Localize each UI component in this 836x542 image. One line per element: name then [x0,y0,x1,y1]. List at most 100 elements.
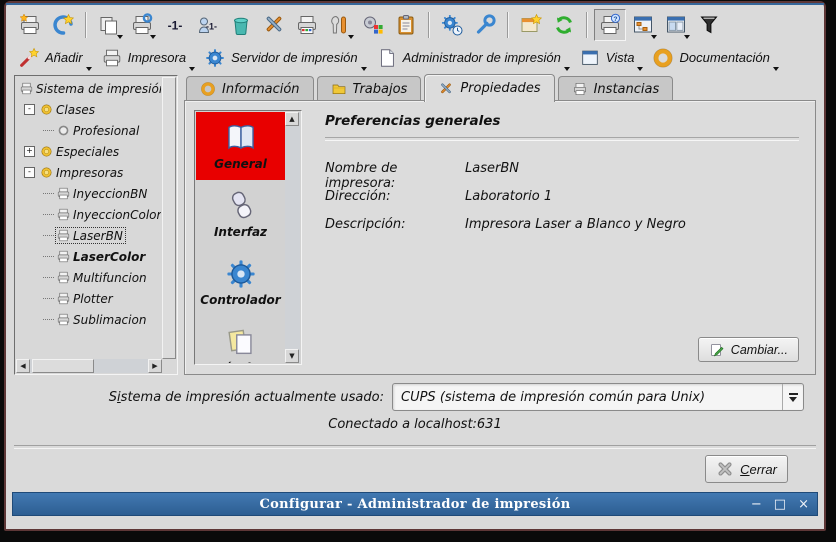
printer-ring-icon [130,13,154,37]
general-preferences-pane: Preferencias generales Nombre de impreso… [309,101,815,374]
papers-pair-icon [97,13,121,37]
tree-item-sublimacion[interactable]: Sublimacion [17,309,161,330]
window-titlebar[interactable]: Configurar - Administrador de impresión … [12,492,818,516]
tree-item-multifuncion[interactable]: Multifuncion [17,267,161,288]
tab-trabajos[interactable]: Trabajos [317,76,422,101]
menu-anadir-button[interactable]: Añadir [14,44,95,73]
action-menubar: Añadir ImpresoraServidor de impresión Admi… [14,43,816,73]
add-printer-button[interactable] [14,9,46,41]
add-special-printer-button[interactable] [47,9,79,41]
lifering-icon [652,47,674,69]
tree-horizontal-scrollbar[interactable]: ◀ ▶ [16,359,162,373]
system-tools-button[interactable] [357,9,389,41]
scroll-down-icon[interactable]: ▼ [285,349,299,363]
change-button[interactable]: Cambiar... [698,337,799,362]
wizard-window-icon [519,13,543,37]
printer-tree-panel: Sistema de impresión - Clases Profesional + E… [14,75,178,375]
server-tools-button[interactable] [469,9,501,41]
tab-instancias[interactable]: Instancias [558,76,674,101]
tree-vertical-scrollbar[interactable] [162,77,176,359]
print-test-page-button[interactable] [291,9,323,41]
tree-item-laserbn[interactable]: LaserBN [17,225,161,246]
window-close-button[interactable]: × [798,498,809,511]
tree-item-profesional[interactable]: Profesional [17,120,161,141]
dropdown-arrow-icon [86,67,92,71]
scroll-right-icon[interactable]: ▶ [148,359,162,373]
print-system-row: Sistema de impresión actualmente usado: … [14,383,816,411]
menu-impresora-button[interactable]: Impresora [97,44,199,73]
window-minimize-button[interactable]: − [751,498,762,511]
tab-propiedades[interactable]: Propiedades [424,74,554,102]
tree-item-clases[interactable]: - Clases [17,99,161,120]
view-jobs-button[interactable] [390,9,422,41]
page-general[interactable]: General [196,112,285,180]
dropdown-arrow-icon [361,67,367,71]
view-layout-button[interactable] [660,9,692,41]
remove-printer-button[interactable]: -1- [159,9,191,41]
printer-tools-button[interactable] [324,9,356,41]
view-icons-button[interactable] [627,9,659,41]
server-configuration-button[interactable] [436,9,468,41]
tools-crossed-icon [262,13,286,37]
dropdown-arrow-icon [117,35,123,39]
menu-administrador-impresion-button[interactable]: Administrador de impresión [372,44,573,73]
menu-vista-button[interactable]: Vista [575,44,647,73]
refresh-icon [552,13,576,37]
tree-item-label: LaserBN [71,229,125,243]
delete-printer-button[interactable] [225,9,257,41]
dropdown-arrow-icon [684,35,690,39]
filter-printers-button[interactable] [693,9,725,41]
tree-item-label: Clases [54,103,97,117]
printer-icon [56,312,71,327]
page-rotulos[interactable]: Rótulos [196,316,285,363]
properties-tab-panel: GeneralInterfazControladorRótulos ▲ ▼ Pr… [184,100,816,375]
tree-guide [43,193,54,194]
chevron-down-icon[interactable] [782,384,803,410]
configure-printer-button[interactable] [258,9,290,41]
tree-item-lasercolor[interactable]: LaserColor [17,246,161,267]
printer-state-button[interactable] [126,9,158,41]
tab-informacion[interactable]: Información [186,76,314,101]
collapse-icon[interactable]: - [24,104,35,115]
close-button[interactable]: Cerrar [705,455,788,483]
divider [14,445,816,449]
tree-item-especiales[interactable]: + Especiales [17,141,161,162]
collapse-icon[interactable]: - [24,167,35,178]
menu-label: Administrador de impresión [403,50,561,65]
page-controlador[interactable]: Controlador [196,248,285,316]
add-wizard-button[interactable] [515,9,547,41]
menu-documentacion-button[interactable]: Documentación [648,44,781,73]
tree-item-label: Profesional [71,124,141,138]
scroll-left-icon[interactable]: ◀ [16,359,30,373]
svg-text:-1-: -1- [168,19,183,33]
printer-icon [56,249,71,264]
print-documents-button[interactable] [93,9,125,41]
tree-item-sistema-de-impresión[interactable]: Sistema de impresión [17,78,161,99]
tree-item-plotter[interactable]: Plotter [17,288,161,309]
class-ring-icon [56,123,71,138]
toolbar-separator [507,12,509,38]
window-maximize-button[interactable]: □ [774,498,786,511]
expand-icon[interactable]: + [24,146,35,157]
lifering-icon [200,81,216,97]
tree-item-inyeccioncolor[interactable]: InyeccionColor [17,204,161,225]
icon-list-scrollbar[interactable]: ▲ ▼ [285,112,300,363]
print-system-combo[interactable]: CUPS (sistema de impresión común para Un… [392,383,804,411]
tree-guide [43,298,54,299]
tab-label: Trabajos [353,82,408,97]
tree-guide [43,235,54,236]
printer-information-button[interactable]: ? [594,9,626,41]
property-value: LaserBN [465,161,799,176]
tree-item-impresoras[interactable]: - Impresoras [17,162,161,183]
refresh-view-button[interactable] [548,9,580,41]
menu-servidor-impresion-button[interactable]: Servidor de impresión [200,44,369,73]
tree-item-inyeccionbn[interactable]: InyeccionBN [17,183,161,204]
tree-item-label: Impresoras [54,166,125,180]
tree-item-label: Especiales [54,145,121,159]
scroll-up-icon[interactable]: ▲ [285,112,299,126]
remove-user-quota-button[interactable]: -1- [192,9,224,41]
special-add-icon [51,13,75,37]
menu-label: Añadir [45,50,83,65]
tools-crossed-icon [438,81,454,97]
page-interfaz[interactable]: Interfaz [196,180,285,248]
